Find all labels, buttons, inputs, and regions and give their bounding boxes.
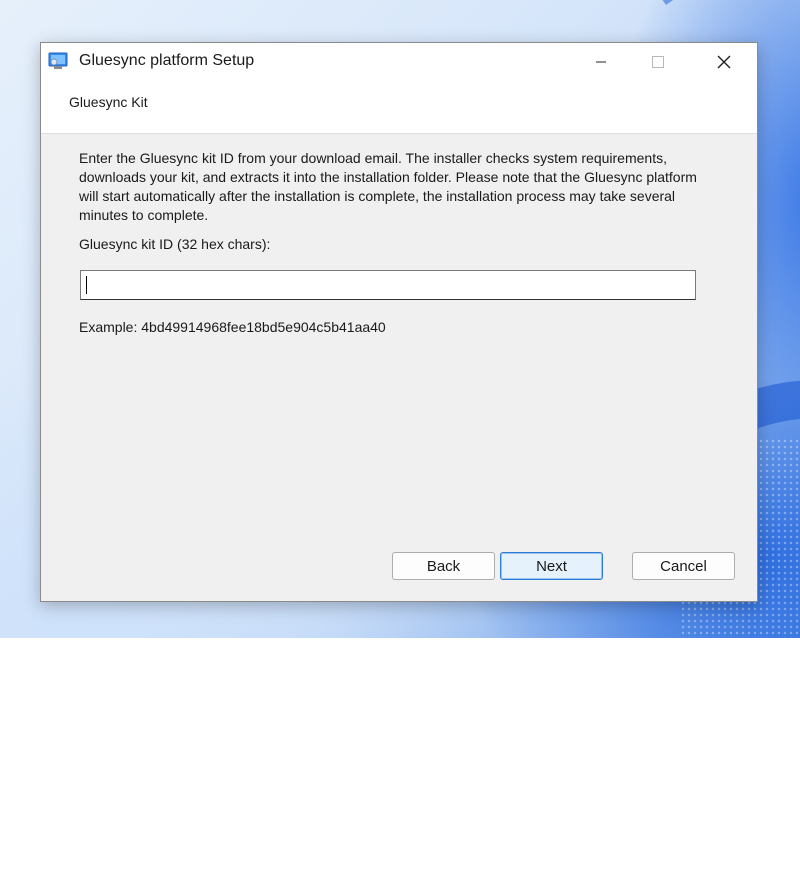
setup-window: Gluesync platform Setup Gluesync Kit Ent… [40, 42, 758, 602]
kit-id-input[interactable] [80, 270, 696, 300]
minimize-icon [596, 61, 606, 63]
close-button[interactable] [701, 43, 747, 81]
text-caret [86, 276, 87, 294]
close-icon [717, 55, 731, 69]
installer-icon [48, 52, 68, 69]
example-text: Example: 4bd49914968fee18bd5e904c5b41aa4… [79, 319, 386, 335]
kit-id-label: Gluesync kit ID (32 hex chars): [79, 236, 271, 252]
instructions-text: Enter the Gluesync kit ID from your down… [79, 150, 697, 223]
maximize-icon [652, 56, 664, 68]
minimize-button[interactable] [578, 43, 624, 81]
page-title: Gluesync Kit [69, 94, 148, 110]
back-button[interactable]: Back [392, 552, 495, 580]
next-button[interactable]: Next [500, 552, 603, 580]
page-header: Gluesync Kit [41, 81, 757, 134]
maximize-button[interactable] [635, 43, 681, 81]
title-bar[interactable]: Gluesync platform Setup [41, 43, 757, 81]
window-title: Gluesync platform Setup [79, 52, 255, 69]
cancel-button[interactable]: Cancel [632, 552, 735, 580]
